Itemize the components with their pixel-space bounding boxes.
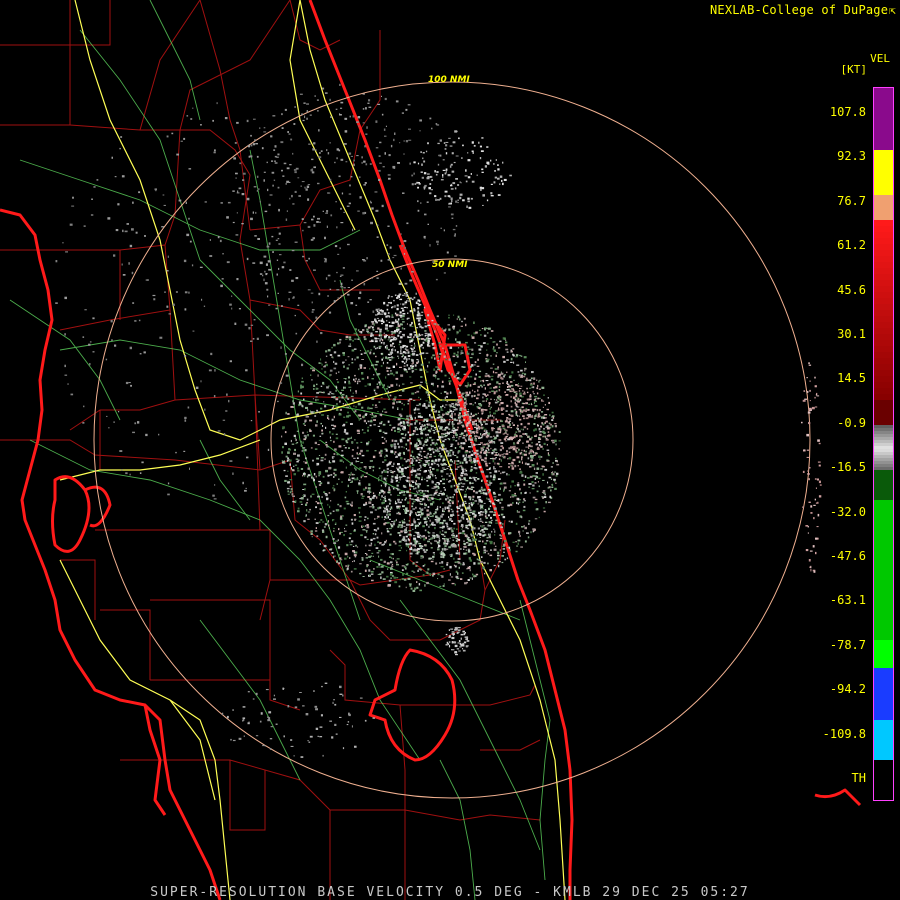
legend-tick: -109.8 bbox=[822, 726, 866, 741]
legend-th-label: TH bbox=[851, 771, 866, 785]
product-footer: SUPER-RESOLUTION BASE VELOCITY 0.5 DEG -… bbox=[150, 885, 750, 900]
legend-tick: 76.7 bbox=[837, 193, 866, 208]
legend-tick: 45.6 bbox=[837, 282, 866, 297]
legend-tick: -94.2 bbox=[829, 682, 866, 697]
legend-tick: -32.0 bbox=[829, 504, 866, 519]
legend-tick: 14.5 bbox=[837, 371, 866, 386]
legend-units-label: [KT] bbox=[840, 63, 868, 76]
legend-product-label: VEL bbox=[870, 52, 890, 65]
legend-tick: -16.5 bbox=[829, 460, 866, 475]
external-link-icon[interactable]: ⇱ bbox=[889, 4, 896, 17]
legend-tick: 107.8 bbox=[829, 105, 866, 119]
radar-map: 100 NMI 50 NMI bbox=[0, 0, 900, 900]
legend-tick: -63.1 bbox=[829, 593, 866, 608]
legend-tick: 92.3 bbox=[837, 149, 866, 164]
legend-tick: -78.7 bbox=[829, 637, 866, 652]
range-ring-50-label: 50 NMI bbox=[432, 260, 468, 270]
range-ring-100-label: 100 NMI bbox=[428, 75, 470, 85]
legend-tick: -47.6 bbox=[829, 549, 866, 563]
legend-tick: -0.9 bbox=[837, 415, 866, 430]
legend-tick: 61.2 bbox=[837, 238, 866, 253]
legend-tick: 30.1 bbox=[837, 327, 866, 341]
nexlab-credit[interactable]: NEXLAB-College of DuPage⇱ bbox=[710, 3, 896, 17]
velocity-color-scale bbox=[873, 87, 894, 801]
